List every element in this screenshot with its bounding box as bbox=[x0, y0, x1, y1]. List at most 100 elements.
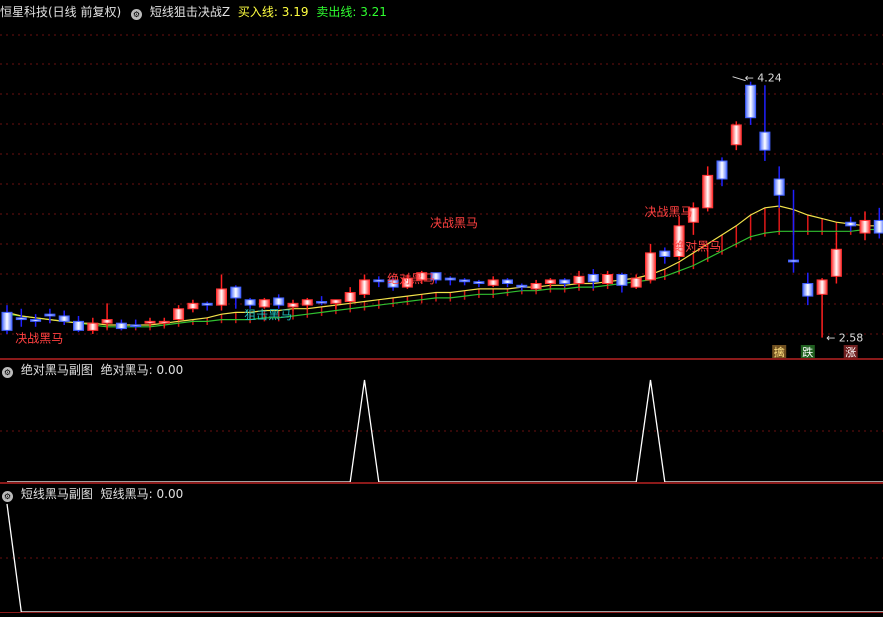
candle bbox=[344, 287, 356, 304]
candle bbox=[359, 274, 370, 298]
candle bbox=[673, 216, 685, 261]
high-price-label: ← 4.24 bbox=[745, 72, 782, 85]
candle-body bbox=[502, 279, 513, 285]
candle-body bbox=[444, 277, 456, 281]
candle bbox=[502, 278, 513, 288]
candle bbox=[273, 294, 285, 309]
candle bbox=[230, 285, 242, 309]
candle-body bbox=[244, 299, 256, 306]
candle bbox=[58, 310, 70, 325]
candle-body bbox=[230, 286, 242, 299]
signal-marker: 跌 bbox=[800, 345, 815, 358]
candle bbox=[859, 211, 871, 241]
candle-body bbox=[745, 84, 757, 119]
candle-body bbox=[845, 221, 857, 227]
candle-body bbox=[287, 302, 299, 308]
signal-marker-text: 跌 bbox=[802, 345, 813, 358]
candle-body bbox=[344, 292, 356, 303]
candle-body bbox=[373, 279, 385, 283]
candle bbox=[602, 270, 614, 286]
candle bbox=[773, 166, 785, 208]
candle bbox=[30, 314, 42, 327]
candle bbox=[473, 279, 485, 288]
candle bbox=[487, 276, 499, 288]
candle-body bbox=[759, 131, 771, 151]
signal-marker-text: 涨 bbox=[845, 346, 856, 358]
signal-annotation: 决战黑马 bbox=[430, 216, 478, 230]
main-candlestick-chart[interactable]: ← 4.24← 2.58决战黑马狙击黑马绝对黑马决战黑马决战黑马绝对黑马擒跌涨 bbox=[0, 0, 883, 358]
candle-body bbox=[587, 274, 599, 283]
candle-body bbox=[730, 124, 742, 146]
candle bbox=[702, 166, 714, 212]
candle bbox=[516, 283, 528, 291]
candle-body bbox=[87, 322, 99, 331]
candle bbox=[745, 81, 757, 125]
signal-annotation: 狙击黑马 bbox=[244, 308, 292, 322]
candle-body bbox=[702, 174, 714, 209]
candle-body bbox=[273, 297, 285, 306]
candle bbox=[845, 216, 857, 232]
candle-body bbox=[101, 319, 113, 324]
candle bbox=[587, 269, 599, 289]
signal-marker-text: 擒 bbox=[774, 345, 785, 358]
candle-body bbox=[73, 320, 84, 331]
candle-body bbox=[459, 279, 471, 283]
candle-body bbox=[573, 275, 585, 285]
candle bbox=[659, 247, 671, 264]
candle-body bbox=[859, 219, 871, 234]
candle-body bbox=[659, 250, 671, 257]
candle-body bbox=[301, 299, 313, 306]
candle-body bbox=[559, 279, 571, 285]
candle bbox=[373, 276, 385, 288]
candle-body bbox=[602, 274, 614, 285]
candle-body bbox=[516, 284, 528, 288]
candle bbox=[616, 272, 628, 293]
low-price-label: ← 2.58 bbox=[826, 332, 863, 345]
signal-marker: 擒 bbox=[772, 345, 787, 358]
candle-body bbox=[830, 248, 842, 277]
sub2-line-chart[interactable] bbox=[0, 486, 883, 614]
candle bbox=[216, 274, 227, 311]
candle bbox=[15, 308, 27, 327]
candle-body bbox=[788, 259, 799, 263]
candle bbox=[830, 233, 842, 284]
candle bbox=[201, 301, 213, 311]
candle bbox=[802, 272, 814, 306]
candle bbox=[73, 315, 84, 333]
candle-body bbox=[487, 279, 499, 286]
candle bbox=[645, 243, 656, 282]
candle bbox=[301, 297, 313, 309]
candle-body bbox=[201, 302, 213, 306]
candle bbox=[87, 317, 99, 334]
signal-annotation: 绝对黑马 bbox=[673, 238, 721, 253]
candle bbox=[1, 305, 13, 334]
signal-annotation: 绝对黑马 bbox=[387, 271, 435, 286]
candle-body bbox=[773, 178, 785, 196]
candle bbox=[873, 207, 883, 239]
candle bbox=[444, 276, 456, 286]
candle bbox=[115, 319, 127, 331]
candle bbox=[459, 278, 471, 286]
candle-body bbox=[258, 299, 270, 308]
candle-body bbox=[616, 274, 628, 286]
signal-annotation: 决战黑马 bbox=[645, 205, 693, 219]
candle bbox=[173, 305, 185, 322]
candle-body bbox=[816, 279, 828, 295]
candle-body bbox=[187, 302, 199, 310]
candle bbox=[730, 121, 742, 151]
candle-body bbox=[802, 283, 814, 297]
candle-body bbox=[530, 283, 542, 290]
candle-body bbox=[58, 315, 70, 322]
candle-body bbox=[44, 313, 56, 317]
bottom-divider bbox=[0, 612, 883, 613]
candle-body bbox=[130, 324, 142, 327]
signal-marker: 涨 bbox=[843, 345, 858, 358]
signal-annotation: 决战黑马 bbox=[15, 331, 63, 345]
sub1-line-chart[interactable] bbox=[0, 362, 883, 482]
candle-body bbox=[158, 320, 170, 324]
candle-body bbox=[873, 219, 883, 234]
candle-body bbox=[15, 317, 27, 321]
candle bbox=[187, 299, 199, 313]
candle-body bbox=[630, 277, 642, 288]
candle-body bbox=[645, 252, 656, 281]
